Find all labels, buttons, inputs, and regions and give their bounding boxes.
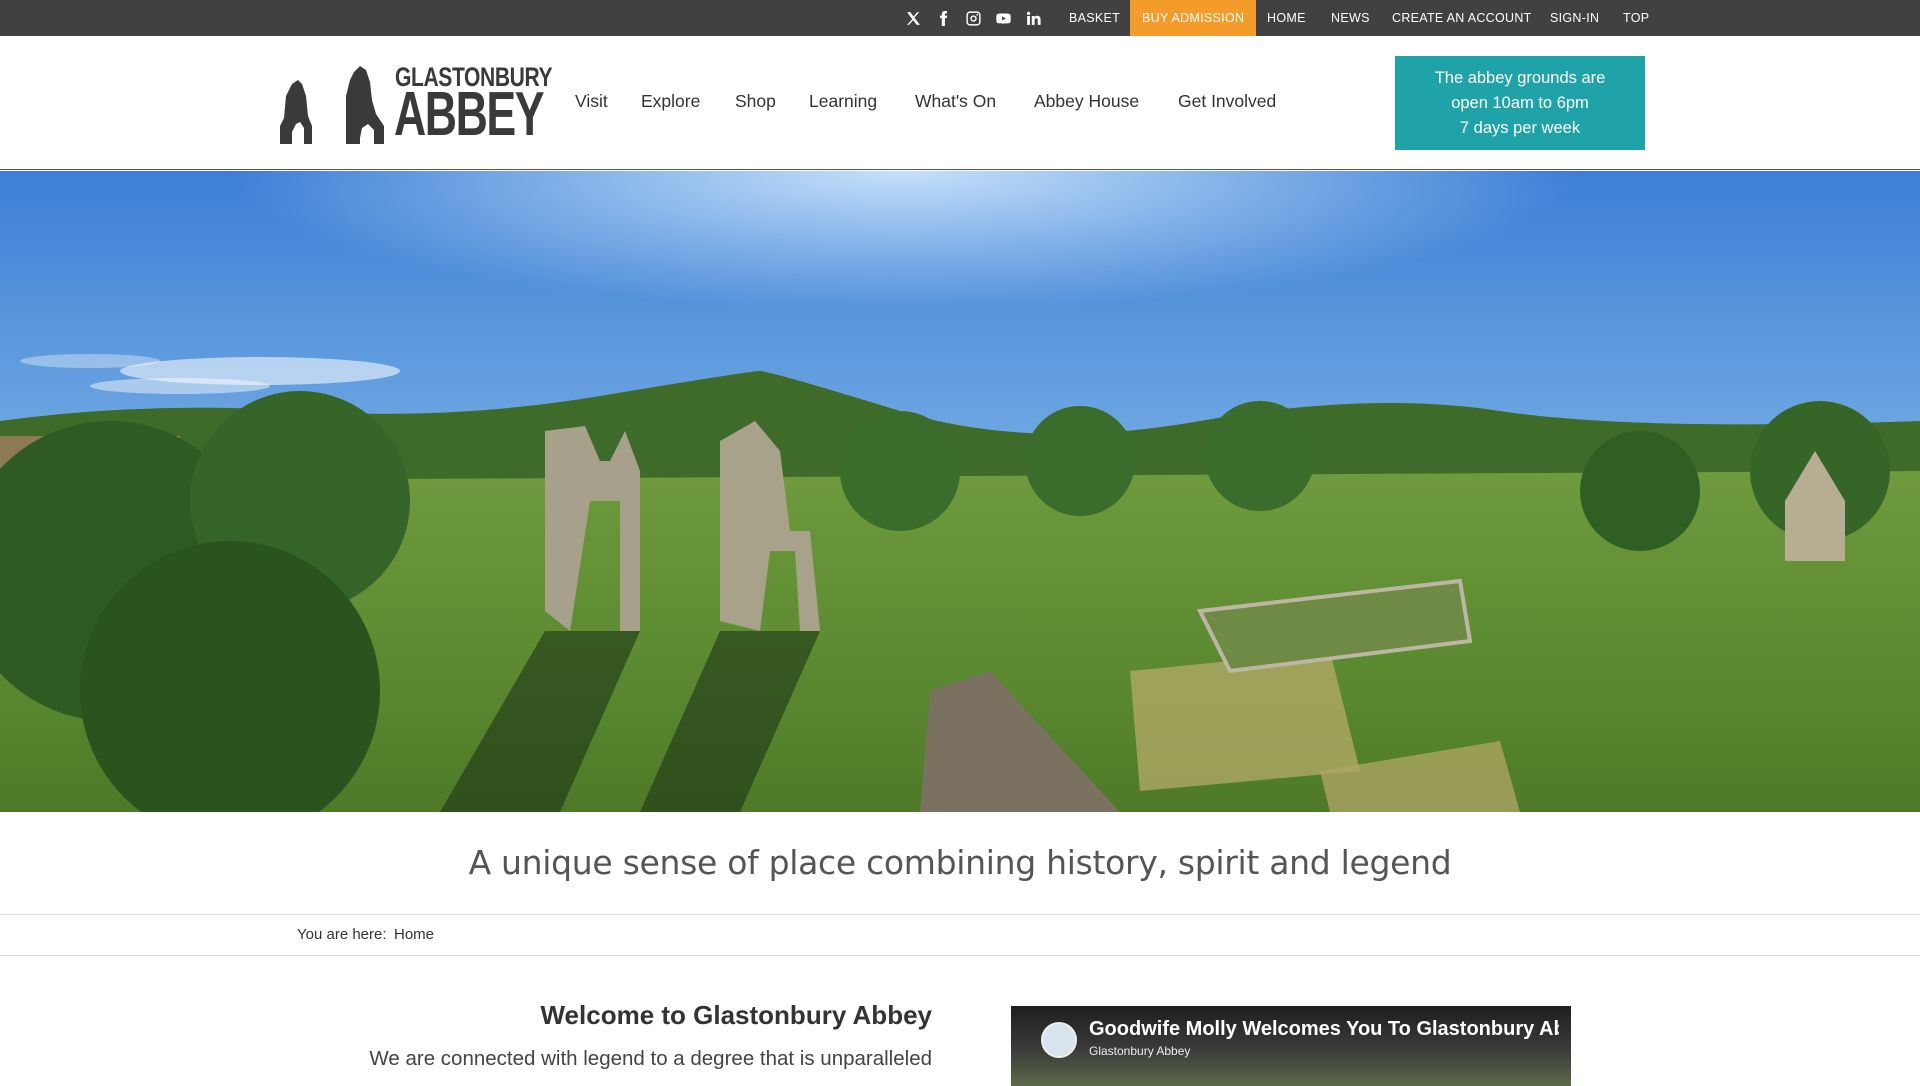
hours-line-1: The abbey grounds are — [1434, 69, 1606, 87]
top-link[interactable]: TOP — [1623, 0, 1649, 36]
home-link[interactable]: HOME — [1267, 0, 1306, 36]
top-utility-bar: BASKET BUY ADMISSION HOME NEWS CREATE AN… — [0, 0, 1920, 36]
breadcrumb: You are here: Home — [0, 914, 1920, 956]
site-tagline: A unique sense of place combining histor… — [468, 843, 1452, 882]
youtube-icon[interactable] — [993, 8, 1013, 28]
logo-text-abbey: ABBEY — [394, 80, 545, 149]
embedded-video-player[interactable]: Goodwife Molly Welcomes You To Glastonbu… — [1011, 1006, 1571, 1086]
welcome-heading: Welcome to Glastonbury Abbey — [540, 1000, 932, 1030]
video-channel-name[interactable]: Glastonbury Abbey — [1089, 1044, 1190, 1058]
opening-hours-notice: The abbey grounds are open 10am to 6pm 7… — [1395, 56, 1645, 150]
nav-shop[interactable]: Shop — [735, 91, 776, 112]
hours-line-3: 7 days per week — [1459, 119, 1581, 137]
nav-explore[interactable]: Explore — [641, 91, 700, 112]
instagram-icon[interactable] — [963, 8, 983, 28]
abbey-ruins-logo-icon — [280, 66, 384, 144]
channel-avatar[interactable] — [1041, 1022, 1077, 1058]
nav-get-involved[interactable]: Get Involved — [1178, 91, 1276, 112]
breadcrumb-label: You are here: — [297, 926, 387, 943]
x-twitter-icon[interactable] — [903, 8, 923, 28]
nav-visit[interactable]: Visit — [575, 91, 608, 112]
welcome-subheading: We are connected with legend to a degree… — [369, 1047, 932, 1070]
facebook-icon[interactable] — [933, 8, 953, 28]
news-link[interactable]: NEWS — [1331, 0, 1370, 36]
video-title[interactable]: Goodwife Molly Welcomes You To Glastonbu… — [1089, 1018, 1559, 1041]
hours-line-2: open 10am to 6pm — [1451, 94, 1589, 112]
basket-link[interactable]: BASKET — [1069, 0, 1120, 36]
nav-whats-on[interactable]: What's On — [915, 91, 996, 112]
linkedin-icon[interactable] — [1023, 8, 1043, 28]
nav-abbey-house[interactable]: Abbey House — [1034, 91, 1139, 112]
breadcrumb-home-link[interactable]: Home — [394, 926, 434, 943]
nav-learning[interactable]: Learning — [809, 91, 877, 112]
hero-panorama-image — [0, 171, 1920, 812]
create-account-link[interactable]: CREATE AN ACCOUNT — [1392, 0, 1532, 36]
buy-admission-button[interactable]: BUY ADMISSION — [1130, 0, 1257, 36]
glastonbury-abbey-logo[interactable]: GLASTONBURY ABBEY — [280, 62, 553, 146]
sign-in-link[interactable]: SIGN-IN — [1550, 0, 1599, 36]
